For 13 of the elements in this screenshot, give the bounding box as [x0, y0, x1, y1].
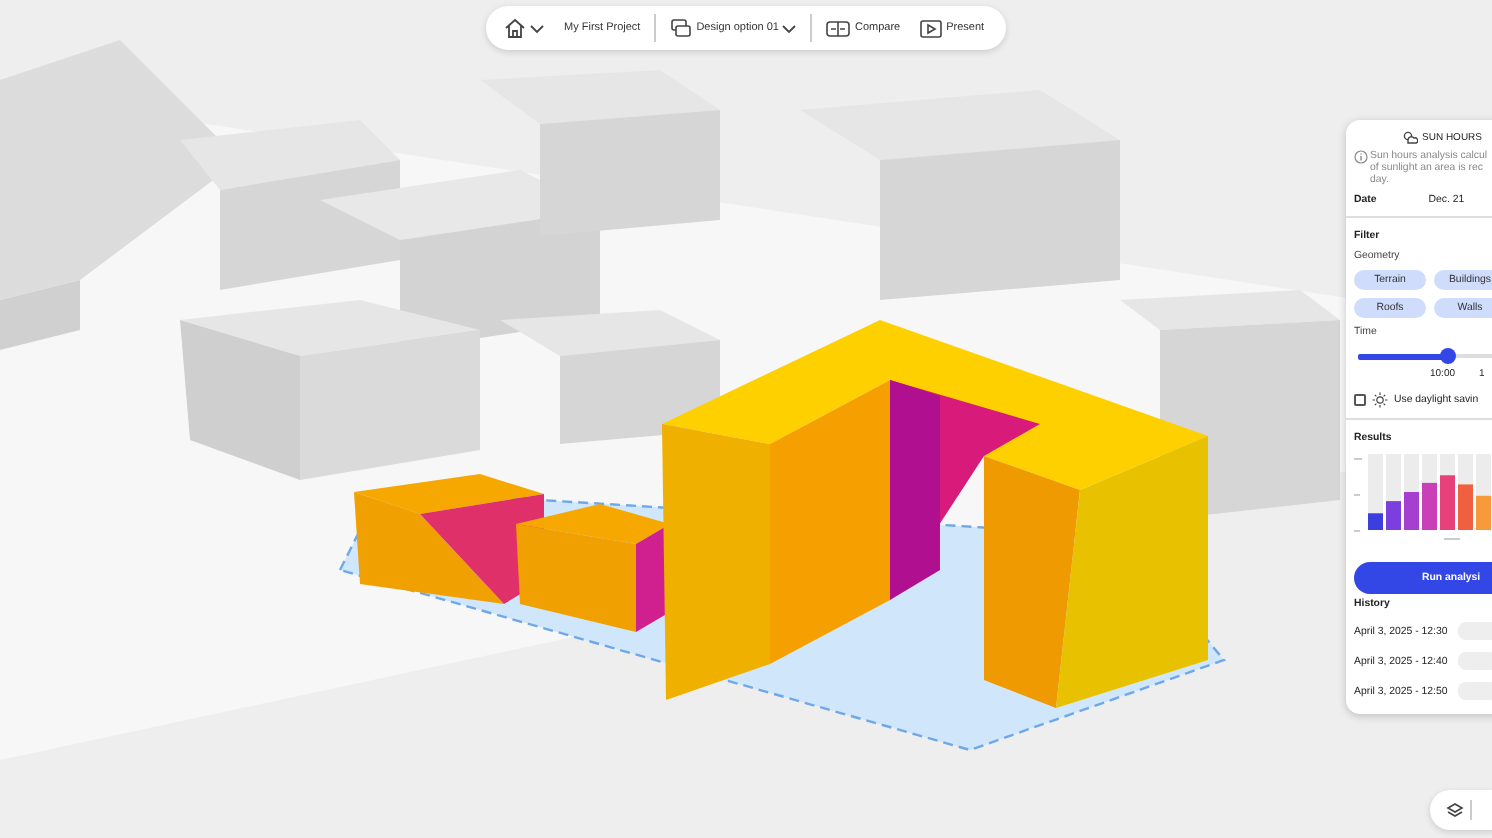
layers-icon[interactable] — [1446, 802, 1464, 818]
info-icon — [1354, 150, 1368, 164]
time-slider-thumb[interactable] — [1440, 348, 1456, 364]
sun-icon — [1372, 392, 1388, 408]
compare-icon — [826, 19, 851, 37]
stacked-windows-icon — [670, 18, 693, 38]
play-screen-icon — [920, 19, 943, 37]
sun-cloud-icon — [1402, 130, 1418, 144]
chevron-down-icon — [530, 23, 544, 33]
home-icon — [504, 18, 526, 38]
daylight-saving-checkbox[interactable] — [1354, 394, 1366, 406]
chevron-down-icon — [782, 23, 797, 33]
bar-chart-drawing — [1354, 454, 1492, 542]
